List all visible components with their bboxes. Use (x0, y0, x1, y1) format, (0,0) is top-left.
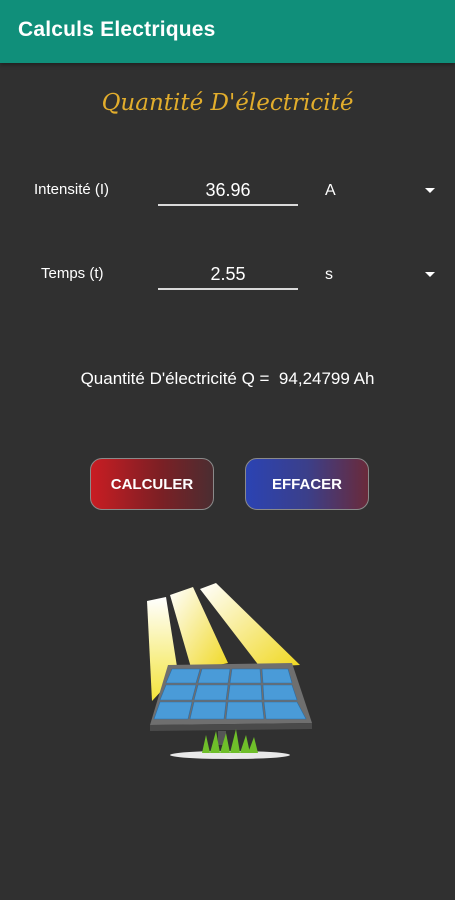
intensity-unit-dropdown[interactable]: A (325, 177, 435, 207)
solar-panel-illustration (140, 583, 320, 763)
time-label: Temps (t) (41, 265, 104, 282)
intensity-input[interactable] (158, 176, 298, 206)
intensity-unit-value: A (325, 182, 336, 199)
page-title: Quantité D'électricité (101, 90, 354, 116)
dropdown-arrow-icon (425, 272, 435, 277)
clear-button[interactable]: EFFACER (245, 458, 369, 510)
app-screen: Calculs Electriques Quantité D'électrici… (0, 0, 455, 900)
solar-panel-icon (147, 583, 312, 759)
result-text: Quantité D'électricité Q = 94,24799 Ah (80, 369, 375, 388)
app-title: Calculs Electriques (18, 18, 216, 41)
time-unit-dropdown[interactable]: s (325, 261, 435, 291)
time-input[interactable] (158, 260, 298, 290)
calculate-button[interactable]: CALCULER (90, 458, 214, 510)
time-unit-value: s (325, 266, 333, 283)
intensity-label: Intensité (I) (34, 181, 110, 198)
app-bar: Calculs Electriques (0, 0, 455, 63)
dropdown-arrow-icon (425, 188, 435, 193)
